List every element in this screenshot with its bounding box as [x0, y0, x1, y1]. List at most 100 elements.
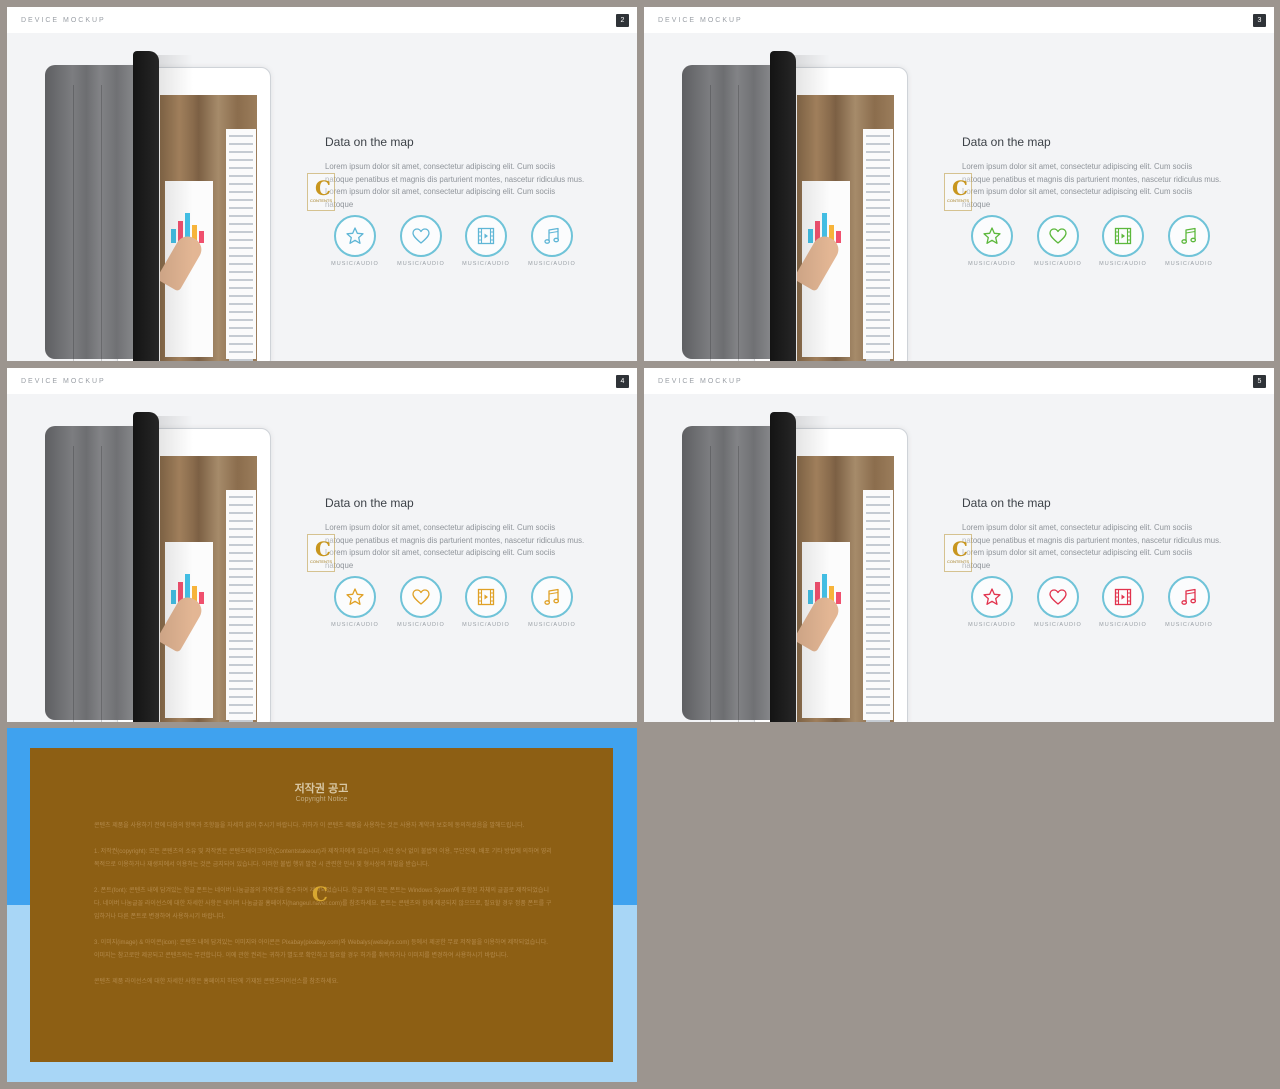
- film-icon: [1114, 227, 1132, 245]
- icon-circle: [971, 576, 1013, 618]
- star-icon: [346, 227, 364, 244]
- watermark-logo: C CONTENTS: [307, 173, 335, 211]
- icon-button[interactable]: MUSIC/AUDIO: [391, 215, 451, 267]
- icon-button[interactable]: MUSIC/AUDIO: [522, 215, 582, 267]
- icon-circle: [971, 215, 1013, 257]
- slide-content: Data on the map Lorem ipsum dolor sit ame…: [962, 135, 1222, 267]
- slide-heading: Data on the map: [325, 135, 414, 149]
- heart-icon: [412, 228, 430, 244]
- icon-button[interactable]: MUSIC/AUDIO: [962, 576, 1022, 628]
- icon-circle: [1168, 576, 1210, 618]
- icon-button[interactable]: MUSIC/AUDIO: [325, 576, 385, 628]
- star-icon: [346, 588, 364, 605]
- icon-caption: MUSIC/AUDIO: [528, 622, 576, 628]
- tablet-mockup: [682, 408, 912, 722]
- icon-circle: [1102, 215, 1144, 257]
- watermark-logo: C: [312, 882, 328, 906]
- icon-caption: MUSIC/AUDIO: [331, 261, 379, 267]
- star-icon: [983, 588, 1001, 605]
- star-icon: [983, 227, 1001, 244]
- icon-button[interactable]: MUSIC/AUDIO: [1028, 576, 1088, 628]
- icon-caption: MUSIC/AUDIO: [462, 622, 510, 628]
- icon-button[interactable]: MUSIC/AUDIO: [391, 576, 451, 628]
- film-icon: [477, 588, 495, 606]
- icon-caption: MUSIC/AUDIO: [1165, 261, 1213, 267]
- slide-thumbnail[interactable]: DEVICE MOCKUP 2 Data on the map Lorem ipsum…: [7, 7, 637, 361]
- icon-circle: [531, 215, 573, 257]
- notice-paragraph: 3. 이미지(image) & 아이콘(icon): 콘텐츠 내에 담겨있는 이…: [94, 940, 548, 959]
- notice-subtitle: Copyright Notice: [295, 796, 348, 803]
- icon-button[interactable]: MUSIC/AUDIO: [1093, 215, 1153, 267]
- icon-button[interactable]: MUSIC/AUDIO: [456, 215, 516, 267]
- cover-spine: [133, 51, 159, 361]
- heart-icon: [1049, 228, 1067, 244]
- icon-circle: [1168, 215, 1210, 257]
- icon-button[interactable]: MUSIC/AUDIO: [1093, 576, 1153, 628]
- icon-button[interactable]: MUSIC/AUDIO: [1028, 215, 1088, 267]
- slide-heading: Data on the map: [325, 496, 414, 510]
- icon-button[interactable]: MUSIC/AUDIO: [456, 576, 516, 628]
- slide-header: DEVICE MOCKUP 4: [7, 368, 637, 394]
- icon-caption: MUSIC/AUDIO: [1099, 261, 1147, 267]
- document-photo: [226, 129, 256, 361]
- icon-button[interactable]: MUSIC/AUDIO: [325, 215, 385, 267]
- icon-circle: [334, 215, 376, 257]
- notice-paragraph: 1. 저작권(copyright): 모든 콘텐츠의 소유 및 저작권은 콘텐츠…: [94, 849, 552, 868]
- smart-cover: [682, 65, 774, 361]
- icon-caption: MUSIC/AUDIO: [968, 261, 1016, 267]
- slide-thumbnail[interactable]: DEVICE MOCKUP 5 Data on the map Lorem ipsum…: [644, 368, 1274, 722]
- slide-content: Data on the map Lorem ipsum dolor sit ame…: [962, 496, 1222, 628]
- smart-cover: [682, 426, 774, 722]
- notice-paragraph: 콘텐츠 제품을 사용하기 전에 다음의 항목과 조항들을 자세히 읽어 주시기 …: [94, 823, 525, 829]
- slide-content: Data on the map Lorem ipsum dolor sit ame…: [325, 135, 585, 267]
- slide-thumbnail[interactable]: DEVICE MOCKUP 3 Data on the map Lorem ipsum…: [644, 7, 1274, 361]
- slide-header: DEVICE MOCKUP 2: [7, 7, 637, 33]
- slide-paragraph: Lorem ipsum dolor sit amet, consectetur …: [962, 162, 1222, 209]
- icon-caption: MUSIC/AUDIO: [1034, 622, 1082, 628]
- icon-button[interactable]: MUSIC/AUDIO: [1159, 215, 1219, 267]
- tablet-mockup: [45, 408, 275, 722]
- slide-content: Data on the map Lorem ipsum dolor sit ame…: [325, 496, 585, 628]
- icon-row: MUSIC/AUDIO MUSIC/AUDIO MUSIC/AUDIO MUSIC/A…: [962, 576, 1222, 636]
- document-photo: [226, 490, 256, 722]
- notice-paragraph: 콘텐츠 제품 라이선스에 대한 자세한 사항은 홈페이지 하단에 기재된 콘텐츠…: [94, 979, 339, 985]
- icon-row: MUSIC/AUDIO MUSIC/AUDIO MUSIC/AUDIO MUSIC/A…: [325, 215, 585, 275]
- cover-spine: [133, 412, 159, 722]
- icon-circle: [1037, 576, 1079, 618]
- notice-body: 콘텐츠 제품을 사용하기 전에 다음의 항목과 조항들을 자세히 읽어 주시기 …: [94, 820, 554, 1002]
- icon-row: MUSIC/AUDIO MUSIC/AUDIO MUSIC/AUDIO MUSIC/A…: [325, 576, 585, 636]
- slide-header-label: DEVICE MOCKUP: [21, 17, 106, 24]
- notice-title: 저작권 공고: [294, 783, 349, 795]
- icon-caption: MUSIC/AUDIO: [528, 261, 576, 267]
- icon-caption: MUSIC/AUDIO: [1099, 622, 1147, 628]
- icon-caption: MUSIC/AUDIO: [397, 261, 445, 267]
- watermark-logo: C CONTENTS: [307, 534, 335, 572]
- icon-button[interactable]: MUSIC/AUDIO: [962, 215, 1022, 267]
- icon-circle: [400, 215, 442, 257]
- tablet-mockup: [682, 47, 912, 361]
- cover-spine: [770, 412, 796, 722]
- icon-circle: [334, 576, 376, 618]
- smart-cover: [45, 426, 137, 722]
- copyright-notice-slide: 저작권 공고 Copyright Notice 콘텐츠 제품을 사용하기 전에 …: [7, 728, 637, 1082]
- icon-circle: [1102, 576, 1144, 618]
- icon-row: MUSIC/AUDIO MUSIC/AUDIO MUSIC/AUDIO MUSIC/A…: [962, 215, 1222, 275]
- icon-circle: [531, 576, 573, 618]
- music-note-icon: [544, 588, 560, 605]
- music-note-icon: [1181, 227, 1197, 244]
- slide-thumbnail[interactable]: DEVICE MOCKUP 4 Data on the map Lorem ipsum…: [7, 368, 637, 722]
- tablet-mockup: [45, 47, 275, 361]
- icon-caption: MUSIC/AUDIO: [1165, 622, 1213, 628]
- smart-cover: [45, 65, 137, 361]
- music-note-icon: [544, 227, 560, 244]
- icon-button[interactable]: MUSIC/AUDIO: [522, 576, 582, 628]
- icon-button[interactable]: MUSIC/AUDIO: [1159, 576, 1219, 628]
- icon-circle: [400, 576, 442, 618]
- icon-caption: MUSIC/AUDIO: [397, 622, 445, 628]
- slide-number-badge: 3: [1253, 14, 1266, 27]
- slide-number-badge: 4: [616, 375, 629, 388]
- slide-header-label: DEVICE MOCKUP: [658, 17, 743, 24]
- slide-number-badge: 5: [1253, 375, 1266, 388]
- slide-header-label: DEVICE MOCKUP: [658, 378, 743, 385]
- heart-icon: [412, 589, 430, 605]
